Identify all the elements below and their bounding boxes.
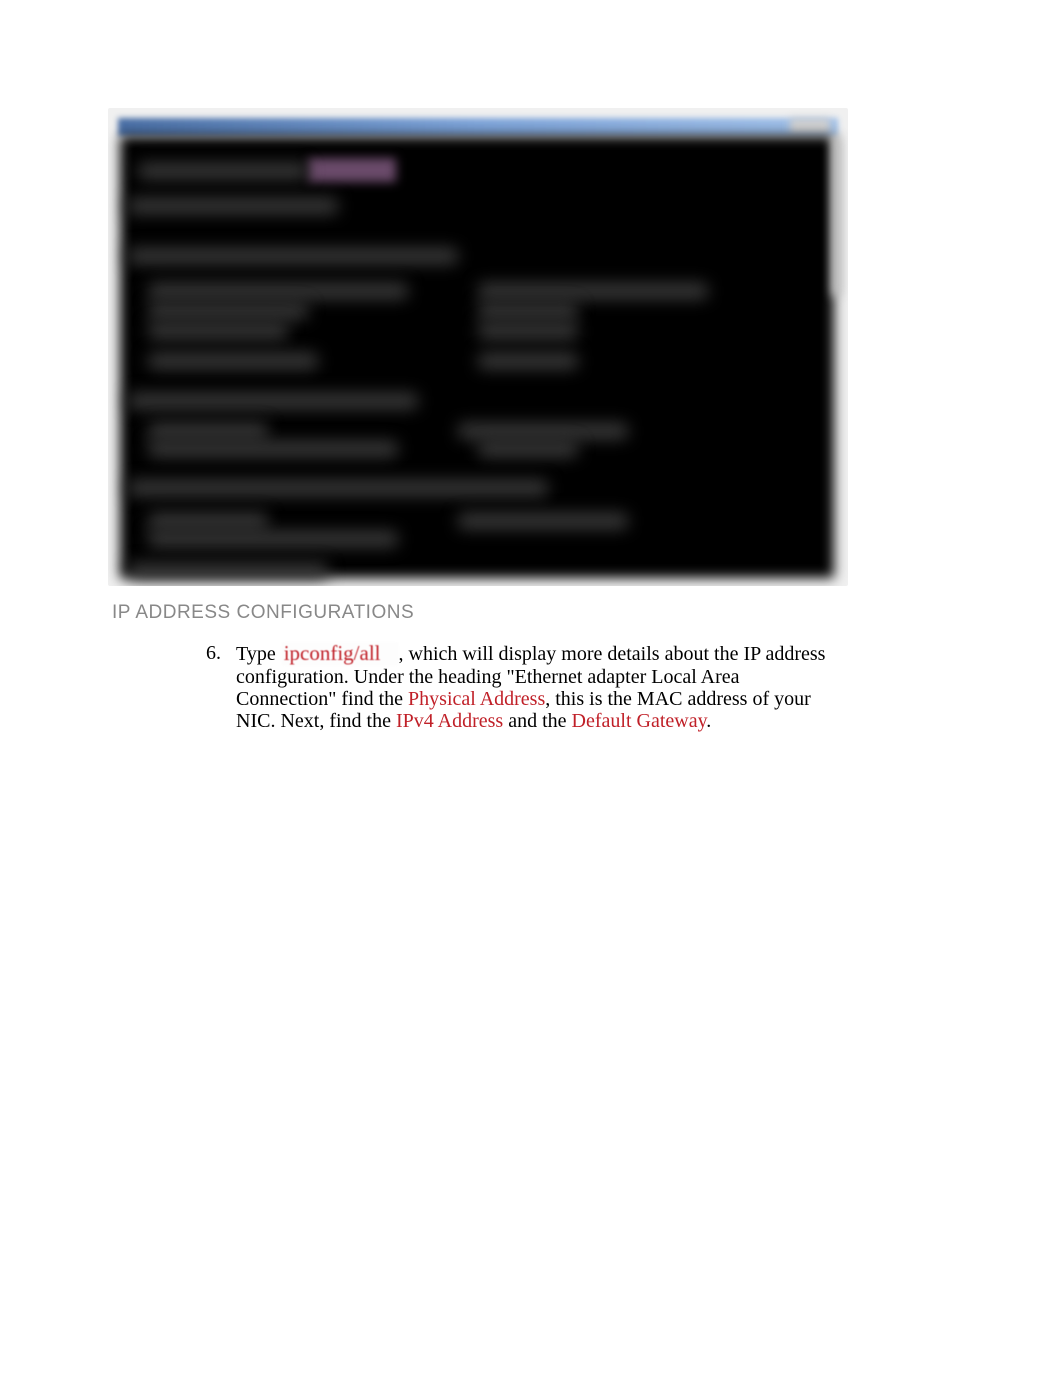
terminal-text-blur (148, 423, 268, 439)
text-segment: . (706, 710, 711, 732)
terminal-text-blur (458, 423, 628, 439)
terminal-text-blur (148, 353, 318, 369)
highlighted-command-box: ipconfig/all (281, 642, 399, 666)
terminal-text-blur (478, 303, 578, 319)
terminal-text-blur (138, 163, 308, 179)
term-ipv4-address: IPv4 Address (396, 710, 503, 732)
terminal-text-blur (478, 323, 578, 339)
terminal-text-blur (148, 283, 408, 299)
term-physical-address: Physical Address (408, 688, 545, 710)
window-close-icon (790, 118, 830, 134)
command-text: ipconfig/all (284, 641, 381, 665)
terminal-text-blur (128, 393, 418, 409)
terminal-text-blur (128, 248, 458, 264)
terminal-text-blur (478, 353, 578, 369)
terminal-text-blur (478, 283, 708, 299)
figure-caption: IP ADDRESS CONFIGURATIONS (112, 602, 414, 624)
terminal-selection-highlight (308, 158, 396, 182)
terminal-text-blur (148, 323, 288, 339)
instruction-step: 6. Type ipconfig/all, which will display… (208, 642, 836, 733)
terminal-text-blur (148, 441, 398, 457)
terminal-titlebar (118, 118, 838, 136)
terminal-scrollbar (832, 136, 842, 296)
term-default-gateway: Default Gateway (572, 710, 707, 732)
terminal-text-blur (148, 531, 398, 547)
text-segment: Type (236, 643, 281, 665)
terminal-text-blur (148, 303, 308, 319)
text-segment: and the (503, 710, 571, 732)
terminal-text-blur (128, 198, 338, 214)
terminal-text-blur (148, 513, 268, 529)
step-number: 6. (206, 642, 221, 665)
terminal-screenshot-figure (108, 108, 848, 586)
terminal-text-blur (478, 441, 578, 457)
terminal-text-blur (128, 563, 328, 579)
terminal-text-blur (458, 513, 628, 529)
step-text: Type ipconfig/all, which will display mo… (236, 642, 836, 733)
terminal-text-blur (128, 480, 548, 496)
